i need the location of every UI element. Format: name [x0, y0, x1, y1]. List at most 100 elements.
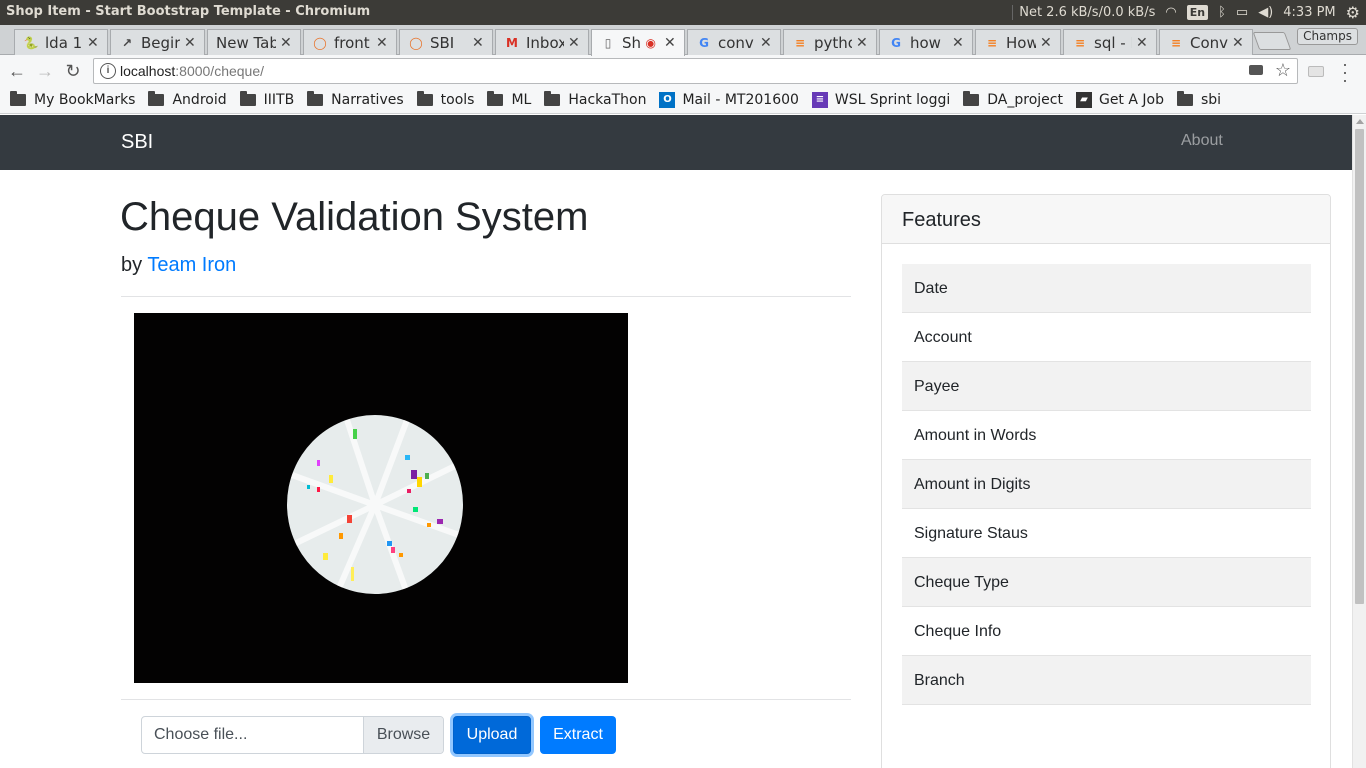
site-navbar: SBI About	[0, 115, 1352, 170]
clock[interactable]: 4:33 PM	[1283, 5, 1335, 20]
python-icon: 🐍	[23, 35, 39, 50]
folder-icon	[1176, 91, 1193, 106]
google-icon: G	[699, 35, 709, 50]
bookmark-folder[interactable]: Narratives	[307, 91, 404, 108]
file-placeholder: Choose file...	[154, 726, 248, 743]
browser-tab[interactable]: 🐍 lda 1. ✕	[14, 29, 108, 55]
close-icon[interactable]: ✕	[1232, 35, 1246, 51]
navbar-brand[interactable]: SBI	[121, 131, 153, 154]
bookmark-folder[interactable]: HackaThon	[544, 91, 646, 108]
cheque-image-preview	[134, 313, 628, 683]
stackoverflow-icon: ≡	[794, 35, 806, 50]
camera-icon[interactable]	[1249, 65, 1263, 75]
stackoverflow-icon: ≡	[986, 35, 998, 50]
nav-link-about[interactable]: About	[1181, 132, 1223, 150]
divider	[121, 699, 851, 700]
wifi-icon[interactable]: ◠	[1165, 5, 1176, 20]
file-chooser[interactable]: Choose file... Browse	[141, 716, 444, 754]
close-icon[interactable]: ✕	[856, 35, 870, 51]
address-bar[interactable]: i localhost:8000/cheque/ ☆	[93, 58, 1298, 84]
page-icon: ▯	[604, 36, 612, 50]
volume-icon[interactable]: ◀)	[1258, 5, 1273, 20]
close-icon[interactable]: ✕	[664, 35, 678, 51]
browser-tab[interactable]: ↗ Begir ✕	[110, 29, 205, 55]
extension-icon[interactable]	[1308, 66, 1324, 77]
job-icon: ▰	[1075, 92, 1092, 108]
recording-icon: ◉	[645, 36, 656, 50]
ring-icon: ◯	[409, 35, 423, 50]
noise-pattern	[290, 418, 461, 594]
feature-item-amount-words: Amount in Words	[902, 411, 1311, 460]
scroll-thumb[interactable]	[1355, 129, 1364, 604]
os-top-bar: Shop Item - Start Bootstrap Template - C…	[0, 0, 1366, 25]
close-icon[interactable]: ✕	[952, 35, 966, 51]
upload-button[interactable]: Upload	[453, 716, 531, 754]
author-link[interactable]: Team Iron	[147, 254, 236, 276]
keyboard-layout[interactable]: En	[1186, 5, 1209, 20]
browser-tab[interactable]: ◯ front ✕	[303, 29, 397, 55]
features-card: Features Date Account Payee Amount in Wo…	[881, 194, 1331, 768]
browser-tab[interactable]: G how ✕	[879, 29, 973, 55]
page-viewport: SBI About Cheque Validation System by Te…	[0, 115, 1352, 768]
google-icon: G	[891, 35, 901, 50]
close-icon[interactable]: ✕	[760, 35, 774, 51]
extract-button[interactable]: Extract	[540, 716, 616, 754]
menu-icon[interactable]: · · ·	[1342, 55, 1348, 89]
bookmark-folder[interactable]: DA_project	[963, 91, 1063, 108]
browse-button[interactable]: Browse	[363, 717, 443, 753]
browser-tab-active[interactable]: ▯ Sh ◉ ✕	[591, 29, 685, 56]
browser-tab[interactable]: G conv ✕	[687, 29, 781, 55]
new-tab-button[interactable]	[1252, 32, 1292, 50]
browser-tab[interactable]: ≡ sql - I ✕	[1063, 29, 1157, 55]
scroll-up-arrow[interactable]	[1356, 119, 1364, 124]
network-speed: Net 2.6 kB/s/0.0 kB/s	[1012, 5, 1155, 20]
close-icon[interactable]: ✕	[280, 35, 294, 51]
browser-tab[interactable]: ≡ Conv ✕	[1159, 29, 1253, 55]
bluetooth-icon[interactable]: ᛒ	[1218, 5, 1226, 20]
bookmark-link[interactable]: ▰ Get A Job	[1075, 92, 1164, 108]
close-icon[interactable]: ✕	[1136, 35, 1150, 51]
browser-tab[interactable]: New Tab ✕	[207, 29, 301, 55]
bookmark-folder[interactable]: ML	[487, 91, 531, 108]
close-icon[interactable]: ✕	[87, 35, 101, 51]
folder-icon	[148, 91, 165, 106]
form-icon: ≡	[811, 92, 828, 108]
folder-icon	[544, 91, 561, 106]
close-icon[interactable]: ✕	[184, 35, 198, 51]
bookmark-folder[interactable]: Android	[148, 91, 227, 108]
star-icon[interactable]: ☆	[1275, 60, 1291, 81]
bookmark-link[interactable]: ≡ WSL Sprint loggi	[811, 92, 950, 108]
browser-tab[interactable]: ≡ How ✕	[975, 29, 1061, 55]
browser-tab[interactable]: M Inbox ✕	[495, 29, 589, 55]
folder-icon	[487, 91, 504, 106]
os-indicators: Net 2.6 kB/s/0.0 kB/s ◠ En ᛒ ▭ ◀) 4:33 P…	[1012, 0, 1366, 25]
reload-icon[interactable]: ↻	[62, 60, 84, 82]
bookmark-folder[interactable]: tools	[416, 91, 474, 108]
page-title: Cheque Validation System	[120, 195, 589, 239]
profile-button[interactable]: Champs	[1297, 28, 1358, 45]
folder-icon	[963, 91, 980, 106]
bookmark-folder[interactable]: My BookMarks	[10, 91, 135, 108]
close-icon[interactable]: ✕	[1040, 35, 1054, 51]
gear-icon[interactable]: ⚙	[1346, 3, 1360, 22]
card-header: Features	[882, 195, 1330, 244]
bookmark-link[interactable]: O Mail - MT201600	[659, 92, 799, 108]
folder-icon	[10, 91, 26, 106]
info-icon[interactable]: i	[100, 63, 116, 79]
battery-icon[interactable]: ▭	[1236, 5, 1248, 20]
features-list: Date Account Payee Amount in Words Amoun…	[902, 264, 1311, 705]
back-icon[interactable]: ←	[6, 60, 28, 82]
browser-tab[interactable]: ◯ SBI ✕	[399, 29, 493, 55]
close-icon[interactable]: ✕	[376, 35, 390, 51]
bookmark-folder[interactable]: IIITB	[239, 91, 294, 108]
bookmark-folder[interactable]: sbi	[1176, 91, 1221, 108]
feature-item-amount-digits: Amount in Digits	[902, 460, 1311, 509]
url-text[interactable]: localhost:8000/cheque/	[120, 63, 264, 79]
outlook-icon: O	[659, 92, 676, 108]
browser-tab[interactable]: ≡ pytho ✕	[783, 29, 877, 55]
page-scrollbar[interactable]	[1352, 115, 1366, 768]
forward-icon[interactable]: →	[34, 60, 56, 82]
close-icon[interactable]: ✕	[568, 35, 582, 51]
divider	[121, 296, 851, 297]
close-icon[interactable]: ✕	[472, 35, 486, 51]
